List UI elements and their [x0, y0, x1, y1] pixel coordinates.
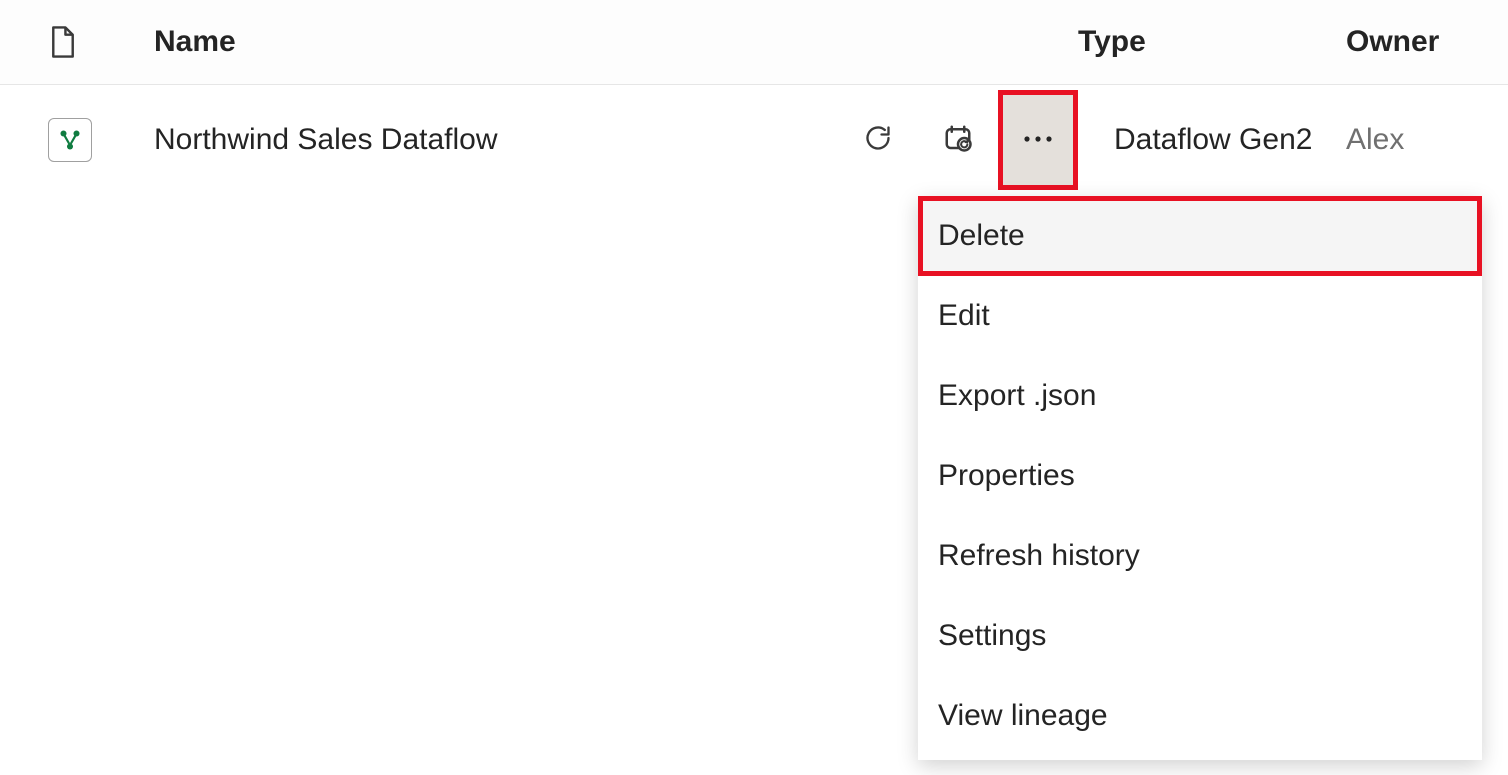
more-options-button[interactable]	[998, 90, 1078, 190]
menu-item-refresh-history[interactable]: Refresh history	[918, 516, 1482, 596]
menu-item-export-json[interactable]: Export .json	[918, 356, 1482, 436]
menu-item-edit[interactable]: Edit	[918, 276, 1482, 356]
column-icon-header	[48, 25, 154, 59]
row-icon-cell	[48, 118, 154, 162]
column-header-type[interactable]: Type	[1078, 25, 1346, 59]
file-icon	[48, 25, 78, 59]
table-row[interactable]: Northwind Sales Dataflow	[0, 85, 1508, 195]
row-name[interactable]: Northwind Sales Dataflow	[154, 123, 754, 157]
schedule-refresh-button[interactable]	[918, 90, 998, 190]
menu-item-delete[interactable]: Delete	[918, 196, 1482, 276]
column-header-owner[interactable]: Owner	[1346, 25, 1508, 59]
row-actions	[754, 90, 1078, 190]
menu-item-properties[interactable]: Properties	[918, 436, 1482, 516]
ellipsis-icon	[1021, 131, 1055, 149]
refresh-button[interactable]	[838, 90, 918, 190]
menu-item-settings[interactable]: Settings	[918, 596, 1482, 676]
row-owner: Alex	[1346, 123, 1508, 157]
table-header: Name Type Owner	[0, 0, 1508, 85]
row-type: Dataflow Gen2	[1078, 123, 1346, 157]
column-header-name[interactable]: Name	[154, 25, 1078, 59]
dataflow-icon	[48, 118, 92, 162]
refresh-icon	[864, 124, 892, 157]
menu-item-view-lineage[interactable]: View lineage	[918, 676, 1482, 756]
context-menu: Delete Edit Export .json Properties Refr…	[918, 196, 1482, 760]
schedule-refresh-icon	[943, 123, 973, 158]
